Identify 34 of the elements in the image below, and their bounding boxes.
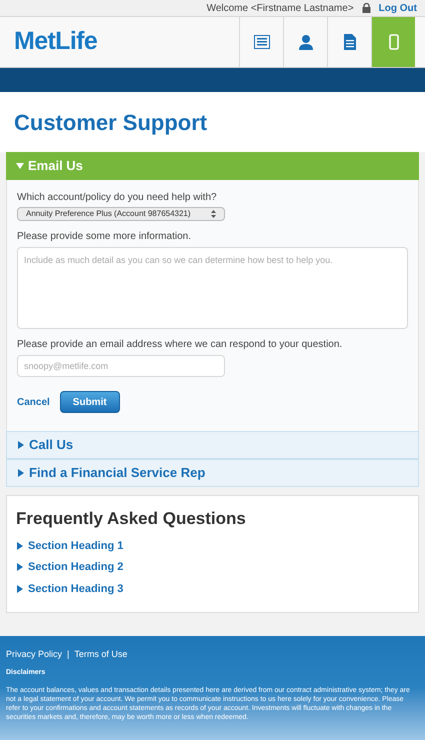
account-select[interactable]: Annuity Preference Plus (Account 987654321) — [17, 207, 225, 221]
lock-icon — [362, 3, 371, 13]
logo: MetLife — [14, 26, 98, 58]
document-icon — [344, 34, 356, 50]
link-separator: | — [67, 648, 70, 661]
caret-icon — [17, 441, 25, 449]
faq-title: Frequently Asked Questions — [16, 508, 247, 530]
page-title: Customer Support — [14, 108, 208, 137]
cancel-link[interactable]: Cancel — [17, 394, 50, 410]
privacy-link[interactable]: Privacy Policy — [6, 648, 62, 662]
faq-link[interactable]: Section Heading 2 — [16, 559, 409, 576]
field-label: Please provide some more information. — [17, 230, 192, 244]
field-label: Which account/policy do you need help with? — [17, 191, 218, 205]
section-header[interactable]: Call Us — [6, 431, 419, 459]
caret-icon — [16, 542, 24, 550]
field-label: Please provide an email address where we can respond to your question. — [17, 338, 344, 352]
select-arrows-icon — [211, 210, 216, 218]
information-field[interactable]: Include as much detail as you can so we can determine how best to help you. — [17, 247, 408, 329]
section-header[interactable]: Email Us — [6, 152, 419, 180]
faq-link[interactable]: Section Heading 3 — [16, 580, 409, 597]
logout-link[interactable]: Log Out — [378, 0, 417, 16]
caret-icon — [16, 584, 24, 593]
person-icon — [298, 34, 314, 50]
caret-icon — [16, 162, 24, 170]
caret-icon — [16, 563, 24, 572]
caret-icon — [17, 469, 25, 477]
terms-link[interactable]: Terms of Use — [74, 648, 128, 662]
phone-icon — [388, 34, 398, 50]
submit-button[interactable]: Submit — [60, 391, 120, 413]
welcome-text: Welcome <Firstname Lastname> — [206, 2, 354, 16]
list-icon — [254, 35, 270, 49]
section-header[interactable]: Find a Financial Service Rep — [6, 459, 419, 487]
email-field[interactable]: snoopy@metlife.com — [17, 355, 225, 377]
faq-link[interactable]: Section Heading 1 — [16, 538, 409, 554]
